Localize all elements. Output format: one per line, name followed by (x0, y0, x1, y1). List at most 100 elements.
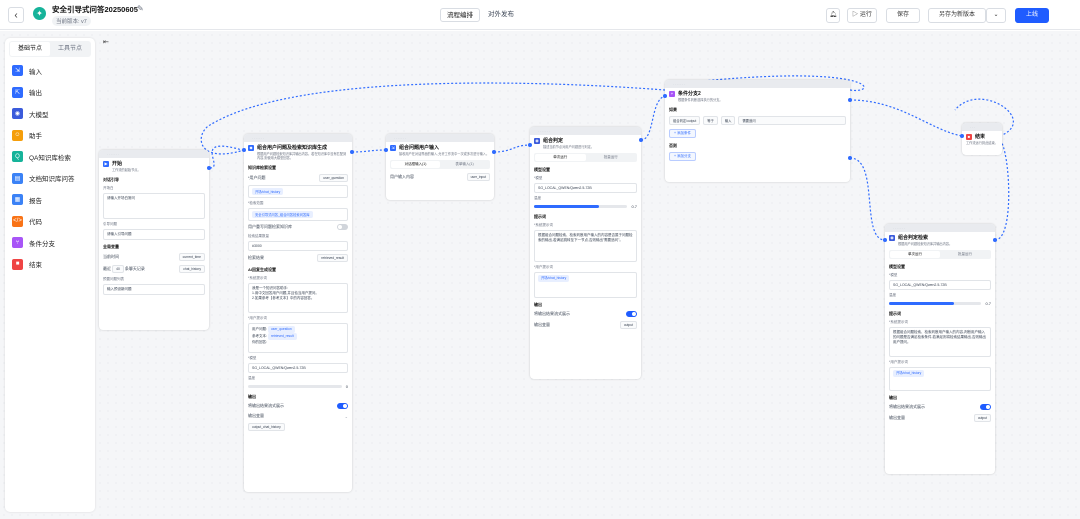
node-end[interactable]: · · · ■ 结束 工作流运行到此结束。 (962, 123, 1002, 155)
user-prompt-textarea[interactable]: 用户问题: user_question 参考文本: retrieved_resu… (248, 323, 348, 353)
history-var: chat_history (179, 265, 205, 273)
field-label: *检索范围 (248, 201, 264, 205)
seg-dialog-input[interactable]: 对话框输入(1) (391, 161, 440, 168)
add-condition-button[interactable]: + 添加条件 (669, 129, 697, 138)
temperature-slider[interactable] (889, 302, 982, 305)
topk-input[interactable]: #3000 (248, 241, 348, 251)
temperature-slider[interactable] (534, 205, 628, 208)
seg-batch-run[interactable]: 批量运行 (940, 251, 990, 258)
sidebar-item-7[interactable]: </> 代码 (5, 211, 95, 233)
sidebar-item-8[interactable]: ⑂ 条件分支 (5, 232, 95, 254)
sidebar-item-label: QA知识库检索 (29, 154, 71, 162)
system-prompt-textarea[interactable]: 根据组合问题检索、检索判断用户输入的内容,判断用户输入的问题是否满足检索条件,若… (889, 327, 991, 357)
tab-publish[interactable]: 对外发布 (482, 8, 520, 22)
condition-right-input[interactable]: 需要追问 (738, 116, 846, 125)
node-user-input[interactable]: · · · · · · · ⇲ 组合问题用户输入 接收用户在对话界面的输入,允许工… (386, 134, 494, 200)
top-bar: ‹ ✦ 安全引导式问答20250605 ✎ 当前版本: v7 流程编排 对外发布… (0, 0, 1080, 30)
qa-icon: Q (12, 151, 23, 163)
preset-question-input[interactable]: 输入预设新问题 (103, 284, 205, 295)
combo2-input-handle[interactable] (883, 238, 887, 242)
app-logo-icon: ✦ (33, 7, 46, 20)
start-output-handle[interactable] (207, 166, 211, 170)
add-branch-button[interactable]: + 添加分支 (669, 152, 697, 161)
history-select[interactable]: 开场/chat_history (248, 185, 348, 198)
node-combo-judge[interactable]: · · · · · · · ◉ 组合判定 描述当前节点对用户问题进行判定。 单次运… (530, 127, 641, 379)
sidebar-item-1[interactable]: ⇱ 输出 (5, 82, 95, 104)
end-input-handle[interactable] (960, 134, 964, 138)
end-icon: ■ (12, 258, 23, 270)
sidebar-item-6[interactable]: ▦ 报告 (5, 189, 95, 211)
seg-form-input[interactable]: 表单输入(1) (440, 161, 489, 168)
condition-left-select[interactable]: 组合判定/output (669, 116, 701, 125)
start-icon: ▶ (103, 160, 109, 167)
seg-batch-run[interactable]: 批量运行 (586, 154, 637, 161)
history-label: 最近 40 条聊天记录 (103, 265, 145, 273)
sidebar-item-2[interactable]: ◉ 大模型 (5, 103, 95, 125)
chevron-down-icon[interactable]: ⌄ (345, 414, 348, 419)
field-label: *模型 (248, 356, 257, 360)
field-label: *用户问题 (248, 175, 266, 180)
seg-single-run[interactable]: 单次运行 (535, 154, 586, 161)
save-dropdown-button[interactable]: ⌄ (986, 8, 1006, 23)
node-combo-retrieval[interactable]: · · · · · · · ◆ 组合用户问题及检索知识库生成 根据用户问题检索知识… (244, 134, 352, 492)
user-prompt-textarea[interactable]: 开场/chat_history (534, 272, 637, 298)
field-label: *用户提示词 (534, 265, 553, 269)
notification-bell-icon[interactable]: 🔔︎ (826, 8, 840, 23)
sidebar-item-9[interactable]: ■ 结束 (5, 254, 95, 276)
condition-type-select[interactable]: 输入 (720, 116, 736, 125)
model-select[interactable]: SG_LOCAL_QWEN/Qwen2.5-72B (248, 363, 348, 373)
user-prompt-textarea[interactable]: 开场/chat_history (889, 367, 991, 391)
node-combo-judge-retrieval[interactable]: · · · · · · · ◉ 组合判定检索 根据用户问题检索知识库并输出内容。 … (885, 224, 995, 474)
tab-tool-nodes[interactable]: 工具节点 (50, 42, 90, 56)
save-button[interactable]: 保存 (886, 8, 920, 23)
combo2-output-handle[interactable] (993, 238, 997, 242)
guide-question-input[interactable]: 请输入引导问题 (103, 229, 205, 240)
opening-textarea[interactable]: 请输入开场白常问 (103, 193, 205, 219)
system-prompt-textarea[interactable]: 根据组合问题检索、检索判断用户输入的内容是否属于问题检索的输出,若满足跳转至下一… (534, 230, 637, 262)
rerank-toggle[interactable] (337, 224, 348, 230)
sidebar-item-0[interactable]: ⇲ 输入 (5, 60, 95, 82)
node-condition-branch[interactable]: · · · · · · · ⑂ 条件分支2 根据条件判断选择执行的分支。 如果 组… (665, 80, 850, 182)
model-select[interactable]: SG_LOCAL_QWEN/Qwen2.5-72B (534, 183, 637, 193)
kb-select[interactable]: 安全引导式问答_组合问答检索问答库 (248, 208, 348, 221)
collapse-panel-icon[interactable]: ⇤ (103, 38, 109, 46)
system-prompt-textarea[interactable]: 我是一个知识问答助手: 1.用中文回答用户问题,并且恰当用户提问。 2.如果参考… (248, 283, 348, 313)
userinput-input-handle[interactable] (384, 148, 388, 152)
branch-else-handle[interactable] (848, 156, 852, 160)
stream-toggle[interactable] (980, 404, 991, 410)
branch-input-handle[interactable] (663, 94, 667, 98)
node-desc: 接收用户在对话界面的输入,允许工作流中一次或多次进行输入。 (399, 152, 490, 156)
node-title: 开始 (112, 161, 123, 167)
combo1-output-handle[interactable] (350, 150, 354, 154)
publish-button[interactable]: 上线 (1015, 8, 1049, 23)
edit-pencil-icon[interactable]: ✎ (137, 4, 144, 13)
field-label: *模型 (534, 176, 543, 180)
assistant-icon: ☺ (12, 129, 23, 141)
field-label: *模型 (889, 273, 898, 277)
stream-toggle[interactable] (337, 403, 348, 409)
sidebar-item-3[interactable]: ☺ 助手 (5, 125, 95, 147)
section-title: 输出 (534, 302, 542, 307)
condition-op-select[interactable]: 等于 (703, 116, 718, 125)
stream-toggle[interactable] (626, 311, 637, 317)
run-button[interactable]: ▷ 运行 (847, 8, 877, 23)
tab-flow-edit[interactable]: 流程编排 (440, 8, 480, 22)
branch-if-handle[interactable] (848, 98, 852, 102)
temperature-slider[interactable] (248, 385, 342, 388)
userinput-output-handle[interactable] (492, 150, 496, 154)
judge-input-handle[interactable] (528, 143, 532, 147)
seg-single-run[interactable]: 单次运行 (890, 251, 940, 258)
model-select[interactable]: SG_LOCAL_QWEN/Qwen2.5-72B (889, 280, 991, 290)
else-label: 否则 (669, 143, 677, 148)
node-title: 组合判定检索 (898, 235, 929, 241)
save-as-version-button[interactable]: 另存为新版本 (928, 8, 986, 23)
node-start[interactable]: · · · · · · · ▶ 开始 工作流的起始节点。 对话引导 开场白 请输入… (99, 150, 209, 330)
field-label: 输出变量 (248, 413, 264, 418)
judge-output-handle[interactable] (639, 138, 643, 142)
back-button[interactable]: ‹ (8, 7, 24, 23)
node-desc: 根据条件判断选择执行的分支。 (678, 98, 723, 102)
sidebar-item-5[interactable]: ▤ 文档知识库问答 (5, 168, 95, 190)
sidebar-item-4[interactable]: Q QA知识库检索 (5, 146, 95, 168)
combo1-input-handle[interactable] (242, 148, 246, 152)
tab-basic-nodes[interactable]: 基础节点 (10, 42, 50, 56)
